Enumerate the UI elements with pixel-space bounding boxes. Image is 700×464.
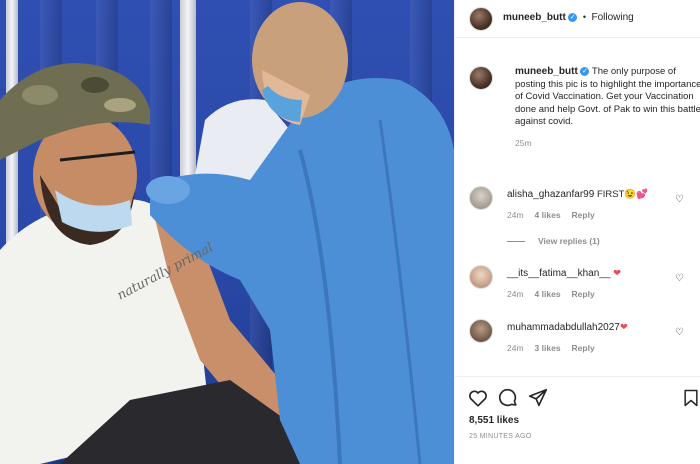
comment-meta: 24m 3 likes Reply [507,343,595,353]
view-replies-link[interactable]: View replies (1) [507,236,600,246]
share-icon[interactable] [527,387,549,409]
author-line: muneeb_butt ✓ • Following [503,12,634,23]
reply-button[interactable]: Reply [572,210,595,220]
heart-icon[interactable]: ♡ [675,195,685,205]
caption-author-username[interactable]: muneeb_butt [515,66,578,77]
comment-emoji: 😉💕 [624,189,649,200]
commenter-username[interactable]: muhammadabdullah2027 [507,322,620,333]
comment-likes[interactable]: 3 likes [535,343,561,353]
post-timestamp: 25 MINUTES AGO [469,433,532,440]
comment-meta: 24m 4 likes Reply [507,210,595,220]
caption-timestamp: 25m [515,137,532,148]
commenter-avatar[interactable] [469,319,493,343]
verified-badge-icon: ✓ [580,67,590,76]
commenter-username[interactable]: alisha_ghazanfar99 [507,189,594,200]
comment-icon[interactable] [497,387,519,409]
comment-item: muhammadabdullah2027❤ 24m 3 likes Reply … [469,319,699,359]
instagram-post-view: naturally primal muneeb_butt ✓ • Followi… [0,0,700,464]
post-side-panel: muneeb_butt ✓ • Following muneeb_butt ✓ … [454,0,700,464]
comment-time: 24m [507,289,524,299]
commenter-avatar[interactable] [469,186,493,210]
verified-badge-icon: ✓ [568,13,578,22]
reply-button[interactable]: Reply [572,343,595,353]
comment-text: FIRST [596,189,625,200]
reply-button[interactable]: Reply [572,289,595,299]
post-header: muneeb_butt ✓ • Following [455,0,700,38]
author-username[interactable]: muneeb_butt [503,12,566,23]
likes-count[interactable]: 8,551 likes [469,415,519,426]
heart-icon[interactable]: ♡ [675,328,685,338]
caption-author-avatar[interactable] [469,66,493,90]
comment-item: alisha_ghazanfar99 FIRST😉💕 24m 4 likes R… [469,186,699,226]
author-avatar[interactable] [469,7,493,31]
commenter-username[interactable]: __its__fatima__khan__ [507,268,610,279]
photo-illustration: naturally primal [0,2,454,464]
comment-emoji: ❤ [619,322,628,333]
following-button[interactable]: Following [591,12,633,23]
caption-text-block: muneeb_butt ✓ The only purpose of postin… [515,66,700,149]
separator-dot: • [582,12,586,22]
commenter-avatar[interactable] [469,265,493,289]
post-photo[interactable]: naturally primal [0,0,454,464]
view-replies-label: View replies (1) [538,236,600,246]
comment-body: alisha_ghazanfar99 FIRST😉💕 [507,189,677,201]
gloved-hand [146,176,190,204]
comment-time: 24m [507,343,524,353]
comment-body: __its__fatima__khan__ ❤ [507,268,677,280]
bookmark-icon[interactable] [681,387,700,409]
post-actions: 8,551 likes 25 MINUTES AGO [455,376,700,464]
divider-line [507,240,525,242]
comment-body: muhammadabdullah2027❤ [507,322,677,334]
comment-likes[interactable]: 4 likes [535,289,561,299]
comment-likes[interactable]: 4 likes [535,210,561,220]
comment-item: __its__fatima__khan__ ❤ 24m 4 likes Repl… [469,265,699,305]
heart-icon[interactable] [467,387,489,409]
comment-time: 24m [507,210,524,220]
comment-meta: 24m 4 likes Reply [507,289,595,299]
comment-emoji: ❤ [613,268,622,279]
heart-icon[interactable]: ♡ [675,274,685,284]
